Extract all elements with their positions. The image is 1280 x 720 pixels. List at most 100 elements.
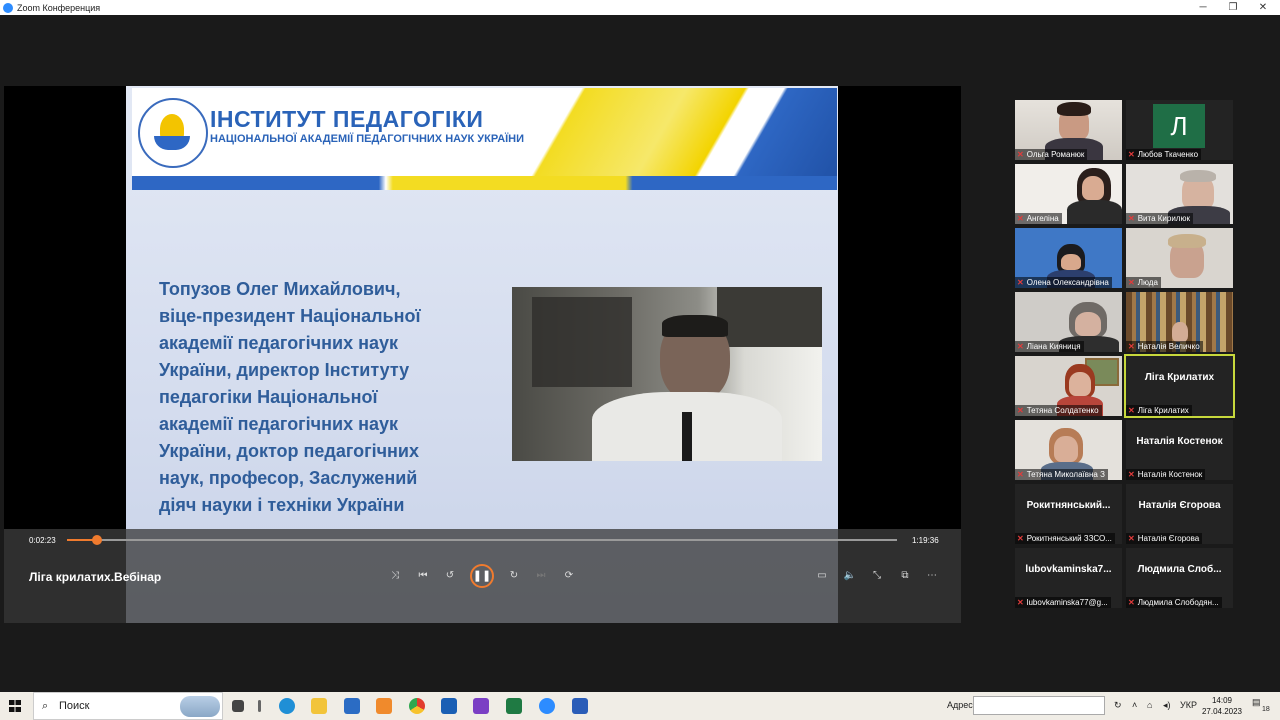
mic-muted-icon: ✕: [1128, 470, 1135, 479]
weather-icon: [180, 696, 220, 717]
participant-name: ✕ Ангеліна: [1015, 213, 1062, 224]
participant-name: ✕ Тетяна Солдатенко: [1015, 405, 1102, 416]
minimize-button[interactable]: ─: [1188, 0, 1218, 15]
participant-name: ✕ Люда: [1126, 277, 1161, 288]
refresh-icon[interactable]: ↻: [1114, 700, 1122, 711]
participant-name: ✕ lubovkaminska77@g...: [1015, 597, 1111, 608]
participant-tile[interactable]: Наталія Єгорова ✕ Наталія Єгорова: [1126, 484, 1233, 544]
participant-tile[interactable]: Людмила Слоб... ✕ Людмила Слободян...: [1126, 548, 1233, 608]
chrome-browser-icon[interactable]: [409, 698, 425, 714]
maximize-button[interactable]: ❐: [1218, 0, 1248, 15]
participant-name: ✕ Ліга Крилатих: [1126, 405, 1192, 416]
mic-muted-icon: ✕: [1128, 342, 1135, 351]
mic-muted-icon: ✕: [1128, 406, 1135, 415]
search-placeholder: Поиск: [59, 700, 90, 712]
taskbar-clock[interactable]: 14:09 27.04.2023: [1198, 695, 1246, 717]
mic-muted-icon: ✕: [1017, 534, 1024, 543]
bio-line: академії педагогічних наук: [159, 333, 398, 353]
task-view-icon[interactable]: [232, 700, 244, 712]
mic-muted-icon: ✕: [1128, 534, 1135, 543]
participant-name: ✕ Наталія Костенок: [1126, 469, 1206, 480]
address-input[interactable]: [973, 696, 1105, 715]
more-options-icon[interactable]: ⋯: [923, 567, 941, 585]
store-icon[interactable]: [344, 698, 360, 714]
volume-icon[interactable]: 🔈: [841, 567, 859, 585]
network-icon[interactable]: ⌂: [1147, 700, 1152, 710]
mic-muted-icon: ✕: [1017, 214, 1024, 223]
institute-title: ІНСТИТУТ ПЕДАГОГІКИ: [210, 106, 484, 132]
clock-date: 27.04.2023: [1201, 707, 1243, 716]
bio-line: віце-президент Національної: [159, 306, 421, 326]
mic-muted-icon: ✕: [1017, 598, 1024, 607]
pause-button[interactable]: ❚❚: [470, 564, 494, 588]
mic-muted-icon: ✕: [1128, 278, 1135, 287]
repeat-icon[interactable]: ⟳: [560, 567, 578, 585]
participant-tile[interactable]: ✕ Ангеліна: [1015, 164, 1122, 224]
participant-name: ✕ Тетяна Миколаївна З: [1015, 469, 1108, 480]
word-icon[interactable]: [572, 698, 588, 714]
window-titlebar: Zoom Конференция ─ ❐ ✕: [0, 0, 1280, 15]
mail-icon[interactable]: [441, 698, 457, 714]
windows-start-icon[interactable]: [9, 700, 21, 712]
participant-tile-active-speaker[interactable]: Ліга Крилатих ✕ Ліга Крилатих: [1124, 354, 1235, 418]
previous-icon[interactable]: ⏮: [414, 567, 432, 585]
slide-banner: ІНСТИТУТ ПЕДАГОГІКИ НАЦІОНАЛЬНОЇ АКАДЕМІ…: [132, 88, 837, 190]
next-icon[interactable]: ⏭: [532, 567, 550, 585]
zoom-logo-icon: [3, 2, 13, 13]
miniplayer-icon[interactable]: ⧉: [896, 567, 914, 585]
exit-fullscreen-icon[interactable]: ⤡: [868, 567, 886, 585]
participant-name: ✕ Наталія Єгорова: [1126, 533, 1203, 544]
input-language[interactable]: УКР: [1180, 700, 1197, 710]
clock-time: 14:09: [1211, 696, 1233, 705]
bio-line: наук, професор, Заслужений: [159, 468, 418, 488]
current-time: 0:02:23: [29, 536, 56, 545]
tray-expand-icon[interactable]: ˄: [1132, 700, 1137, 710]
participant-name: ✕ Рокитнянський ЗЗСО...: [1015, 533, 1115, 544]
participant-display-name: lubovkaminska7...: [1025, 564, 1112, 575]
rewind-icon[interactable]: ↺: [441, 567, 459, 585]
participant-name: ✕ Любов Ткаченко: [1126, 149, 1202, 160]
widgets-icon[interactable]: [258, 700, 261, 712]
participant-tile[interactable]: Рокитнянський... ✕ Рокитнянський ЗЗСО...: [1015, 484, 1122, 544]
participant-tile[interactable]: Л ✕ Любов Ткаченко: [1126, 100, 1233, 160]
institute-logo-icon: [138, 98, 208, 168]
excel-icon[interactable]: [506, 698, 522, 714]
participant-tile[interactable]: ✕ Ліана Кияниця: [1015, 292, 1122, 352]
participant-tile[interactable]: ✕ Наталія Величко: [1126, 292, 1233, 352]
seek-handle[interactable]: [91, 535, 102, 545]
player-controls: 0:02:23 1:19:36 Ліга крилатих.Вебінар ⤨ …: [4, 529, 961, 623]
video-title: Ліга крилатих.Вебінар: [29, 570, 162, 584]
participant-tile[interactable]: Наталія Костенок ✕ Наталія Костенок: [1126, 420, 1233, 480]
subtitles-icon[interactable]: ▭: [813, 567, 831, 585]
participant-tile[interactable]: ✕ Ольга Романюк: [1015, 100, 1122, 160]
taskbar-search-box[interactable]: ⌕ Поиск: [33, 692, 223, 720]
forward-icon[interactable]: ↻: [505, 567, 523, 585]
bio-line: України, доктор педагогічних: [159, 441, 419, 461]
address-label: Адрес: [947, 700, 973, 710]
mic-muted-icon: ✕: [1017, 278, 1024, 287]
file-explorer-icon[interactable]: [311, 698, 327, 714]
seek-bar[interactable]: [67, 539, 897, 541]
participant-display-name: Людмила Слоб...: [1137, 564, 1222, 575]
participant-tile[interactable]: ✕ Тетяна Миколаївна З: [1015, 420, 1122, 480]
zoom-app-icon[interactable]: [539, 698, 555, 714]
participant-display-name: Ліга Крилатих: [1144, 372, 1215, 383]
participant-tile[interactable]: ✕ Вита Кирилюк: [1126, 164, 1233, 224]
media-player-icon[interactable]: [376, 698, 392, 714]
participant-tile[interactable]: lubovkaminska7... ✕ lubovkaminska77@g...: [1015, 548, 1122, 608]
video-editor-icon[interactable]: [473, 698, 489, 714]
speaker-tray-icon[interactable]: ◂): [1163, 700, 1171, 711]
mic-muted-icon: ✕: [1128, 598, 1135, 607]
participant-tile[interactable]: ✕ Люда: [1126, 228, 1233, 288]
edge-browser-icon[interactable]: [279, 698, 295, 714]
close-button[interactable]: ✕: [1248, 0, 1278, 15]
participant-name: ✕ Людмила Слободян...: [1126, 597, 1222, 608]
mic-muted-icon: ✕: [1128, 150, 1135, 159]
speaker-bio: Топузов Олег Михайлович, віце-президент …: [159, 276, 459, 519]
participant-tile[interactable]: ✕ Олена Олександрівна: [1015, 228, 1122, 288]
bio-line: України, директор Інституту: [159, 360, 410, 380]
participant-tile[interactable]: ✕ Тетяна Солдатенко: [1015, 356, 1122, 416]
notifications-icon[interactable]: ▤: [1252, 697, 1261, 708]
shuffle-icon[interactable]: ⤨: [386, 567, 404, 585]
mic-muted-icon: ✕: [1128, 214, 1135, 223]
